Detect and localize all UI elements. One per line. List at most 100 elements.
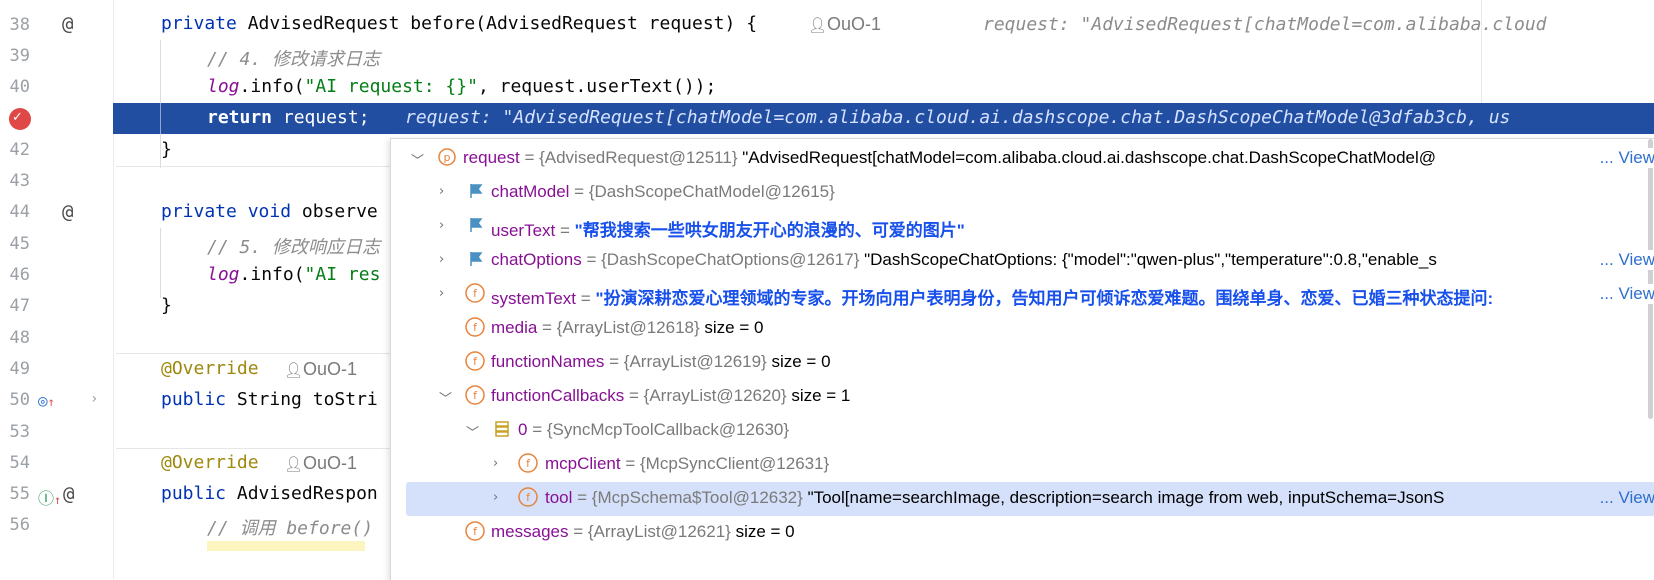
code-line-41[interactable]: return request;	[207, 107, 370, 128]
code-line-54[interactable]: @Override	[161, 452, 259, 473]
code-line-38[interactable]: private AdvisedRequest before(AdvisedReq…	[161, 13, 757, 34]
svg-text:f: f	[473, 321, 478, 334]
var-type: = {McpSyncClient@12631}	[625, 454, 830, 473]
line-number: 49	[9, 359, 30, 379]
code-text: AdvisedRespon	[226, 483, 378, 504]
keyword: private	[161, 13, 237, 34]
author-name: OuO-1	[303, 453, 358, 473]
code-line-50[interactable]: public String toStri	[161, 389, 378, 410]
line-number: 54	[9, 453, 30, 473]
tree-row-chatModel[interactable]: › chatModel = {DashScopeChatModel@12615}	[391, 176, 1654, 210]
annotation: @Override	[161, 452, 259, 473]
method-separator	[116, 448, 391, 449]
code-line-46[interactable]: log.info("AI res	[207, 264, 380, 285]
code-line-39[interactable]: // 4. 修改请求日志	[207, 45, 380, 71]
code-line-55[interactable]: public AdvisedRespon	[161, 483, 378, 504]
line-number: 39	[9, 46, 30, 66]
code-line-47[interactable]: }	[161, 295, 172, 316]
line-number: 44	[9, 202, 30, 222]
tree-row-media[interactable]: f media = {ArrayList@12618} size = 0	[391, 312, 1654, 346]
tree-row-systemText[interactable]: › f systemText = "扮演深耕恋爱心理领域的专家。开场向用户表明身…	[391, 278, 1654, 312]
author-hint[interactable]: 👤︎OuO-1	[284, 453, 357, 474]
svg-text:f: f	[473, 355, 478, 368]
view-link[interactable]: ... View	[1595, 284, 1654, 304]
chevron-right-icon[interactable]: ›	[493, 490, 498, 505]
overrides-method-icon[interactable]: ◎↑	[38, 391, 55, 410]
chevron-right-icon[interactable]: ›	[439, 184, 444, 199]
line-number: 45	[9, 234, 30, 254]
chevron-right-icon[interactable]: ›	[439, 252, 444, 267]
tree-row-request[interactable]: ﹀ p request = {AdvisedRequest@12511} "Ad…	[391, 142, 1654, 176]
indent-guide	[160, 228, 161, 298]
line-number: 55	[9, 484, 30, 504]
var-name: mcpClient	[545, 454, 621, 473]
var-type: = {SyncMcpToolCallback@12630}	[532, 420, 790, 439]
svg-text:f: f	[473, 525, 478, 538]
code-line-45[interactable]: // 5. 修改响应日志	[207, 233, 380, 259]
author-name: OuO-1	[827, 14, 882, 34]
author-hint[interactable]: 👤︎OuO-1	[284, 359, 357, 380]
var-type: = {ArrayList@12618}	[542, 318, 700, 337]
view-link[interactable]: ... View	[1595, 488, 1654, 508]
indent-guide	[160, 103, 161, 134]
log-field: log	[207, 264, 240, 285]
var-name: messages	[491, 522, 569, 541]
chevron-down-icon[interactable]: ﹀	[466, 422, 479, 441]
chevron-right-icon[interactable]: ›	[439, 218, 444, 233]
implementation-at-icon[interactable]: @	[63, 483, 74, 505]
svg-text:f: f	[473, 287, 478, 300]
view-link[interactable]: ... View	[1595, 250, 1654, 270]
keyword: public	[161, 389, 227, 410]
line-number: 42	[9, 140, 30, 160]
chevron-right-icon[interactable]: ›	[493, 456, 498, 471]
chevron-down-icon[interactable]: ﹀	[411, 150, 424, 169]
implementation-at-icon[interactable]: @	[62, 13, 73, 35]
code-line-56[interactable]: // 调用 before()	[207, 514, 373, 540]
person-icon: 👤︎	[808, 17, 828, 34]
flag-field-icon	[470, 252, 483, 266]
parameter-icon: p	[438, 148, 456, 166]
var-value: "帮我搜索一些哄女朋友开心的浪漫的、可爱的图片"	[574, 221, 965, 240]
implementation-at-icon[interactable]: @	[62, 201, 73, 223]
chevron-right-icon[interactable]: ›	[439, 286, 444, 301]
tree-row-mcpClient[interactable]: › f mcpClient = {McpSyncClient@12631}	[391, 448, 1654, 482]
code-text: String toStri	[226, 389, 378, 410]
chevron-down-icon[interactable]: ﹀	[439, 388, 452, 407]
tree-row-element-0[interactable]: ﹀ 0 = {SyncMcpToolCallback@12630}	[391, 414, 1654, 448]
svg-text:f: f	[473, 389, 478, 402]
code-line-49[interactable]: @Override	[161, 358, 259, 379]
var-value: size = 0	[704, 318, 764, 337]
code-text: , request.userText());	[477, 76, 717, 97]
code-line-40[interactable]: log.info("AI request: {}", request.userT…	[207, 76, 716, 97]
code-line-42[interactable]: }	[161, 139, 172, 160]
final-field-icon: f	[465, 283, 485, 303]
tree-row-functionCallbacks[interactable]: ﹀ f functionCallbacks = {ArrayList@12620…	[391, 380, 1654, 414]
tree-row-functionNames[interactable]: f functionNames = {ArrayList@12619} size…	[391, 346, 1654, 380]
svg-text:f: f	[526, 491, 531, 504]
view-link[interactable]: ... View	[1595, 148, 1654, 168]
var-type: = {AdvisedRequest@12511}	[524, 148, 738, 167]
breakpoint-check-icon: ✓	[12, 110, 23, 125]
var-name: userText	[491, 221, 556, 240]
code-text: AdvisedRequest before(AdvisedRequest req…	[236, 13, 758, 34]
var-value: size = 0	[735, 522, 795, 541]
string-literal: "AI res	[304, 264, 381, 285]
var-value: size = 0	[771, 352, 831, 371]
method-separator	[116, 353, 391, 354]
code-line-44[interactable]: private void observe	[161, 201, 378, 222]
tree-row-chatOptions[interactable]: › chatOptions = {DashScopeChatOptions@12…	[391, 244, 1654, 278]
chevron-right-icon[interactable]: ›	[90, 391, 98, 407]
keyword: private void	[161, 201, 292, 222]
var-name: tool	[545, 488, 573, 507]
tree-row-messages[interactable]: f messages = {ArrayList@12621} size = 0	[391, 516, 1654, 550]
comment: // 5. 修改响应日志	[207, 237, 381, 258]
tree-row-tool[interactable]: › f tool = {McpSchema$Tool@12632} "Tool[…	[406, 482, 1654, 516]
author-hint[interactable]: 👤︎OuO-1	[808, 14, 881, 35]
debug-variables-popup[interactable]: ﹀ p request = {AdvisedRequest@12511} "Ad…	[390, 138, 1654, 580]
tree-row-userText[interactable]: › userText = "帮我搜索一些哄女朋友开心的浪漫的、可爱的图片"	[391, 210, 1654, 244]
var-type: = {DashScopeChatModel@12615}	[574, 182, 835, 201]
var-type: = {DashScopeChatOptions@12617}	[586, 250, 860, 269]
var-type: =	[559, 221, 570, 240]
implements-method-icon[interactable]: Ⓘ↑	[38, 485, 61, 509]
flag-field-icon	[470, 184, 483, 198]
